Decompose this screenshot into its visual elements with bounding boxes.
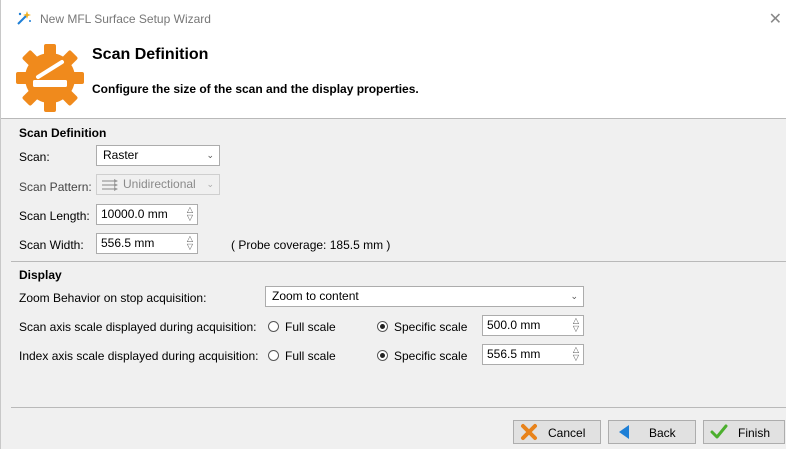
scan-pattern-value: Unidirectional [123, 177, 196, 191]
probe-coverage-note: ( Probe coverage: 185.5 mm ) [231, 238, 391, 252]
scan-type-value: Raster [103, 148, 139, 162]
index-axis-label: Index axis scale displayed during acquis… [19, 349, 259, 363]
scan-axis-specific-radio[interactable] [377, 321, 388, 332]
scan-width-value: 556.5 mm [101, 236, 155, 250]
display-section-title: Display [19, 268, 62, 282]
stepper-arrows-icon[interactable]: △ ▽ [573, 346, 579, 362]
cancel-button[interactable]: Cancel [513, 420, 601, 444]
page-subheading: Configure the size of the scan and the d… [92, 82, 419, 96]
title-bar: New MFL Surface Setup Wizard ✕ [1, 0, 786, 38]
x-icon [521, 424, 537, 440]
wand-icon [17, 11, 31, 25]
index-axis-full-label[interactable]: Full scale [285, 349, 336, 363]
scan-length-stepper[interactable]: 10000.0 mm △ ▽ [96, 204, 198, 225]
header-banner: Scan Definition Configure the size of th… [1, 38, 786, 119]
back-button[interactable]: Back [608, 420, 696, 444]
footer-divider [11, 407, 786, 408]
gear-scanner-icon [16, 44, 84, 112]
scan-axis-label: Scan axis scale displayed during acquisi… [19, 320, 257, 334]
chevron-down-icon: ⌄ [570, 291, 578, 301]
scan-label: Scan: [19, 150, 50, 164]
zoom-behavior-select[interactable]: Zoom to content ⌄ [265, 286, 584, 307]
scan-length-value: 10000.0 mm [101, 207, 168, 221]
scan-type-select[interactable]: Raster ⌄ [96, 145, 220, 166]
index-axis-specific-radio[interactable] [377, 350, 388, 361]
section-divider [11, 261, 786, 262]
zoom-behavior-value: Zoom to content [272, 289, 359, 303]
chevron-down-icon: ⌄ [206, 150, 214, 160]
stepper-arrows-icon[interactable]: △ ▽ [573, 317, 579, 333]
cancel-label: Cancel [548, 426, 586, 440]
page-heading: Scan Definition [92, 46, 209, 63]
back-label: Back [649, 426, 676, 440]
index-axis-specific-label[interactable]: Specific scale [394, 349, 467, 363]
scan-definition-section-title: Scan Definition [19, 126, 107, 140]
unidirectional-icon [102, 179, 118, 191]
scan-pattern-select[interactable]: Unidirectional ⌄ [96, 174, 220, 195]
checkmark-icon [710, 424, 728, 439]
finish-button[interactable]: Finish [703, 420, 785, 444]
wizard-window: New MFL Surface Setup Wizard ✕ Scan Defi… [0, 0, 786, 449]
scan-pattern-label: Scan Pattern: [19, 180, 92, 194]
close-button[interactable]: ✕ [769, 9, 782, 29]
zoom-behavior-label: Zoom Behavior on stop acquisition: [19, 291, 207, 305]
scan-width-label: Scan Width: [19, 238, 84, 252]
index-axis-full-radio[interactable] [268, 350, 279, 361]
scan-length-label: Scan Length: [19, 209, 90, 223]
scan-axis-specific-label[interactable]: Specific scale [394, 320, 467, 334]
index-axis-scale-stepper[interactable]: 556.5 mm △ ▽ [482, 344, 584, 365]
finish-label: Finish [738, 426, 771, 440]
back-arrow-icon [619, 425, 629, 439]
scan-axis-full-radio[interactable] [268, 321, 279, 332]
scan-axis-scale-value: 500.0 mm [487, 318, 541, 332]
stepper-arrows-icon[interactable]: △ ▽ [187, 235, 193, 251]
stepper-arrows-icon[interactable]: △ ▽ [187, 206, 193, 222]
scan-axis-scale-stepper[interactable]: 500.0 mm △ ▽ [482, 315, 584, 336]
window-title: New MFL Surface Setup Wizard [40, 12, 211, 26]
scan-width-stepper[interactable]: 556.5 mm △ ▽ [96, 233, 198, 254]
scan-axis-full-label[interactable]: Full scale [285, 320, 336, 334]
index-axis-scale-value: 556.5 mm [487, 347, 541, 361]
chevron-down-icon: ⌄ [206, 179, 214, 189]
